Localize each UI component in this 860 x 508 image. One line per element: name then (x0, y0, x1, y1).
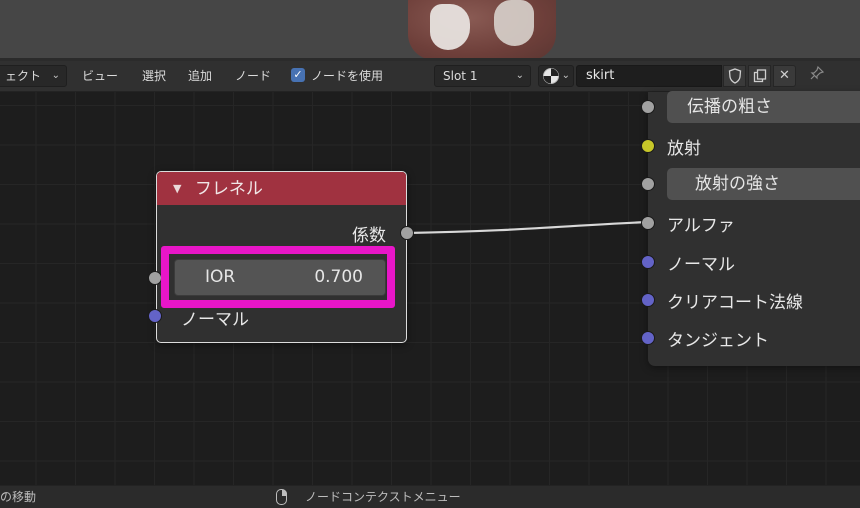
input-label-alpha: アルファ (667, 216, 735, 236)
input-socket-normal[interactable] (641, 255, 655, 269)
input-label-emission: 放射 (667, 139, 701, 159)
input-socket-clearcoat-normal[interactable] (641, 293, 655, 307)
principled-bsdf-node[interactable]: 伝播の粗さ 放射 放射の強さ アルファ ノーマル クリアコート法線 タンジェント (648, 91, 860, 366)
status-text-move: の移動 (0, 490, 37, 504)
input-field-emission-strength[interactable]: 放射の強さ (667, 168, 860, 200)
status-bar: の移動 ノードコンテクストメニュー (0, 485, 860, 508)
node-header[interactable]: ▼ フレネル (157, 172, 406, 205)
output-socket-factor[interactable] (400, 226, 414, 240)
ior-label: IOR (205, 267, 236, 287)
input-label: 伝播の粗さ (687, 97, 772, 117)
input-label-normal: ノーマル (181, 310, 249, 330)
ior-value-field[interactable]: IOR 0.700 (174, 259, 386, 296)
mouse-right-click-icon (276, 489, 287, 505)
input-socket-transmission-roughness[interactable] (641, 100, 655, 114)
node-title: フレネル (194, 179, 263, 199)
output-label-factor: 係数 (352, 226, 386, 246)
ior-value: 0.700 (314, 267, 363, 287)
input-socket-normal[interactable] (148, 309, 162, 323)
input-socket-ior[interactable] (148, 271, 162, 285)
input-label-clearcoat-normal: クリアコート法線 (667, 293, 803, 313)
collapse-triangle-icon[interactable]: ▼ (173, 182, 181, 195)
input-socket-tangent[interactable] (641, 331, 655, 345)
input-socket-alpha[interactable] (641, 216, 655, 230)
input-label: 放射の強さ (695, 174, 780, 194)
input-socket-emission[interactable] (641, 139, 655, 153)
input-label-normal: ノーマル (667, 255, 735, 275)
input-field-transmission-roughness[interactable]: 伝播の粗さ (667, 91, 860, 123)
input-socket-emission-strength[interactable] (641, 177, 655, 191)
input-label-tangent: タンジェント (667, 331, 769, 351)
status-text-context-menu: ノードコンテクストメニュー (305, 490, 461, 504)
